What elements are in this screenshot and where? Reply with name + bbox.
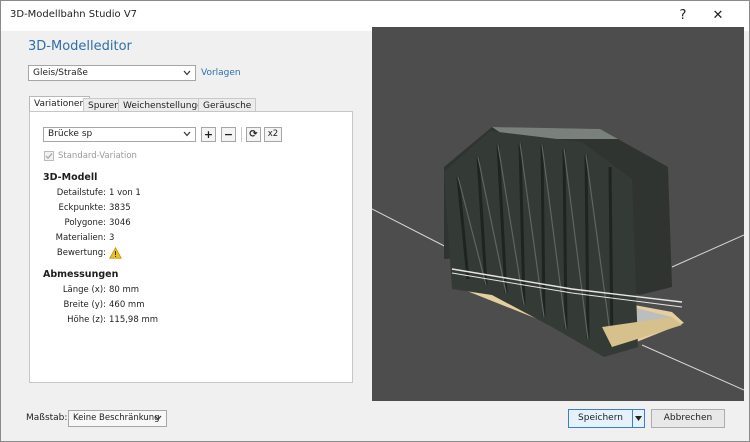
save-dropdown-button[interactable] — [632, 409, 645, 428]
chevron-down-icon — [154, 415, 162, 421]
x2-button[interactable]: x2 — [264, 127, 282, 142]
toolbar-divider — [241, 127, 242, 142]
bridge-model-render — [372, 127, 744, 391]
remove-variation-button[interactable]: − — [221, 127, 236, 142]
scale-select-value: Keine Beschränkung — [73, 413, 160, 423]
save-button[interactable]: Speichern — [568, 409, 633, 428]
standard-variation-label: Standard-Variation — [58, 151, 137, 161]
length-value: 80 mm — [109, 285, 140, 295]
warning-icon — [109, 247, 122, 259]
page-title: 3D-Modelleditor — [28, 39, 132, 54]
cancel-button[interactable]: Abbrechen — [651, 409, 725, 428]
chevron-down-icon — [183, 131, 191, 137]
close-button[interactable]: ✕ — [704, 6, 732, 26]
vertices-value: 3835 — [109, 203, 131, 213]
scale-select[interactable]: Keine Beschränkung — [68, 410, 167, 427]
help-button[interactable]: ? — [669, 6, 697, 26]
variation-select-value: Brücke sp — [48, 129, 93, 139]
height-value: 115,98 mm — [109, 315, 159, 325]
refresh-icon: ⟳ — [249, 129, 258, 140]
3d-viewport[interactable] — [372, 27, 744, 401]
category-select-value: Gleis/Straße — [33, 68, 88, 78]
polygons-label: Polygone: — [64, 218, 107, 228]
scale-label: Maßstab: — [26, 413, 68, 423]
window-title: 3D-Modellbahn Studio V7 — [10, 9, 138, 20]
vertices-label: Eckpunkte: — [58, 203, 107, 213]
height-label: Höhe (z): — [67, 315, 106, 325]
detail-level-value: 1 von 1 — [109, 188, 141, 198]
standard-variation-checkbox[interactable] — [44, 151, 54, 161]
model-section-title: 3D-Modell — [43, 172, 98, 183]
materials-label: Materialien: — [55, 233, 106, 243]
refresh-button[interactable]: ⟳ — [246, 127, 261, 142]
add-variation-button[interactable]: + — [201, 127, 216, 142]
polygons-value: 3046 — [109, 218, 131, 228]
rating-label: Bewertung: — [56, 248, 106, 258]
dialog-window: 3D-Modellbahn Studio V7 ? ✕ 3D-Modelledi… — [0, 0, 750, 442]
checkmark-icon — [45, 153, 53, 160]
vorlagen-link[interactable]: Vorlagen — [201, 68, 241, 78]
detail-level-label: Detailstufe: — [56, 188, 106, 198]
length-label: Länge (x): — [62, 285, 106, 295]
width-label: Breite (y): — [63, 300, 106, 310]
category-select[interactable]: Gleis/Straße — [28, 65, 196, 81]
dimensions-section-title: Abmessungen — [43, 269, 119, 280]
width-value: 460 mm — [109, 300, 145, 310]
chevron-down-icon — [183, 70, 191, 76]
variation-select[interactable]: Brücke sp — [43, 127, 196, 142]
materials-value: 3 — [109, 233, 115, 243]
caret-down-icon — [635, 416, 642, 421]
